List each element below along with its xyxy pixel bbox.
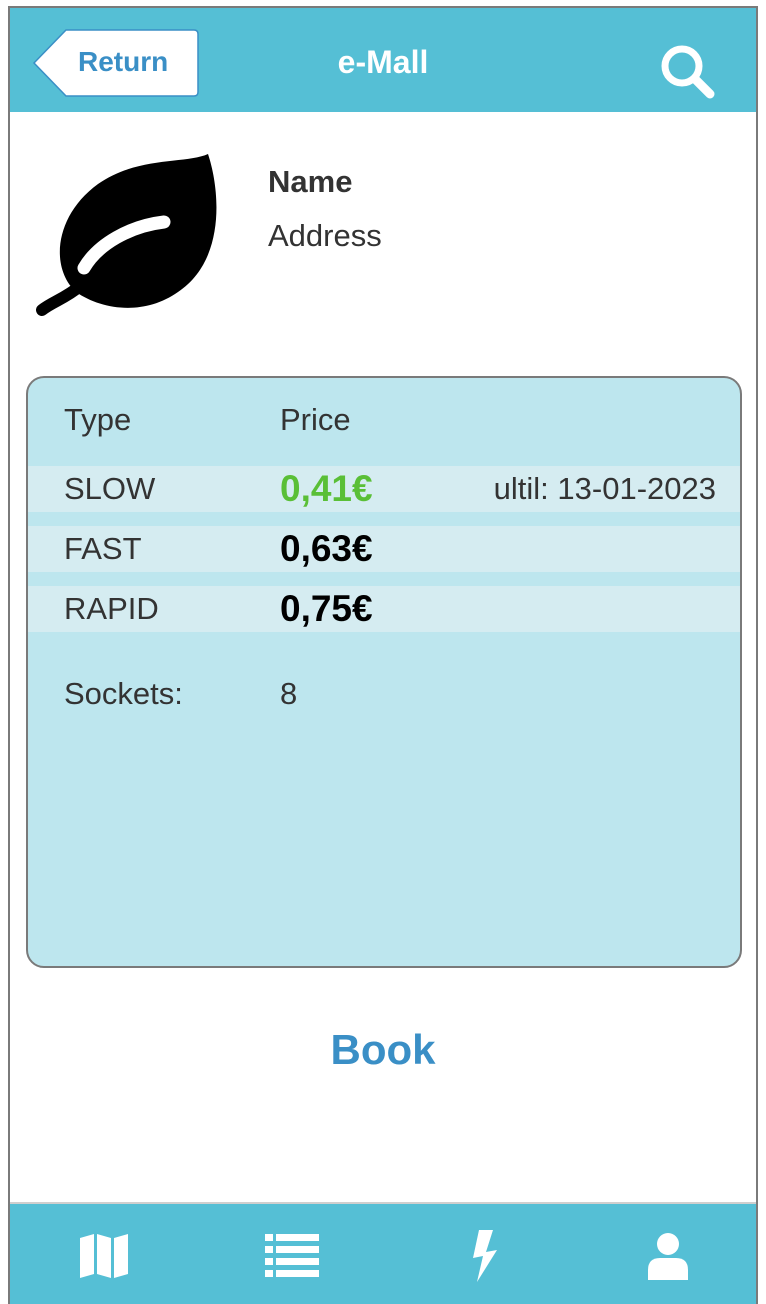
station-address: Address bbox=[268, 218, 382, 253]
app-frame: Return e-Mall Name Address Type Price SL… bbox=[8, 6, 758, 1304]
price-row-rapid: RAPID 0,75€ bbox=[28, 586, 740, 632]
charge-type: SLOW bbox=[64, 471, 156, 506]
map-icon[interactable] bbox=[44, 1204, 164, 1304]
search-icon[interactable] bbox=[658, 42, 722, 106]
price-value: 0,75€ bbox=[280, 588, 373, 629]
sockets-count: 8 bbox=[280, 676, 298, 711]
charge-type: FAST bbox=[64, 531, 142, 566]
bottom-tab-bar bbox=[10, 1202, 756, 1304]
book-button[interactable]: Book bbox=[10, 1026, 756, 1074]
station-name: Name bbox=[268, 164, 353, 199]
top-bar: Return e-Mall bbox=[10, 8, 756, 112]
lightning-icon[interactable] bbox=[424, 1204, 544, 1304]
charge-type: RAPID bbox=[64, 591, 159, 626]
promo-valid-until: ultil: 13-01-2023 bbox=[493, 471, 716, 506]
leaf-icon bbox=[36, 150, 220, 320]
column-header-type: Type bbox=[64, 402, 132, 437]
price-row-fast: FAST 0,63€ bbox=[28, 526, 740, 572]
page-title: e-Mall bbox=[337, 44, 429, 80]
price-row-slow: SLOW 0,41€ ultil: 13-01-2023 bbox=[28, 466, 740, 512]
user-icon[interactable] bbox=[608, 1204, 728, 1304]
sockets-label: Sockets: bbox=[64, 676, 183, 711]
price-value: 0,63€ bbox=[280, 528, 373, 569]
promo-price: 0,41€ bbox=[280, 468, 373, 509]
pricing-card: Type Price SLOW 0,41€ ultil: 13-01-2023 … bbox=[26, 376, 742, 968]
list-icon[interactable] bbox=[232, 1204, 352, 1304]
column-header-price: Price bbox=[280, 402, 351, 437]
